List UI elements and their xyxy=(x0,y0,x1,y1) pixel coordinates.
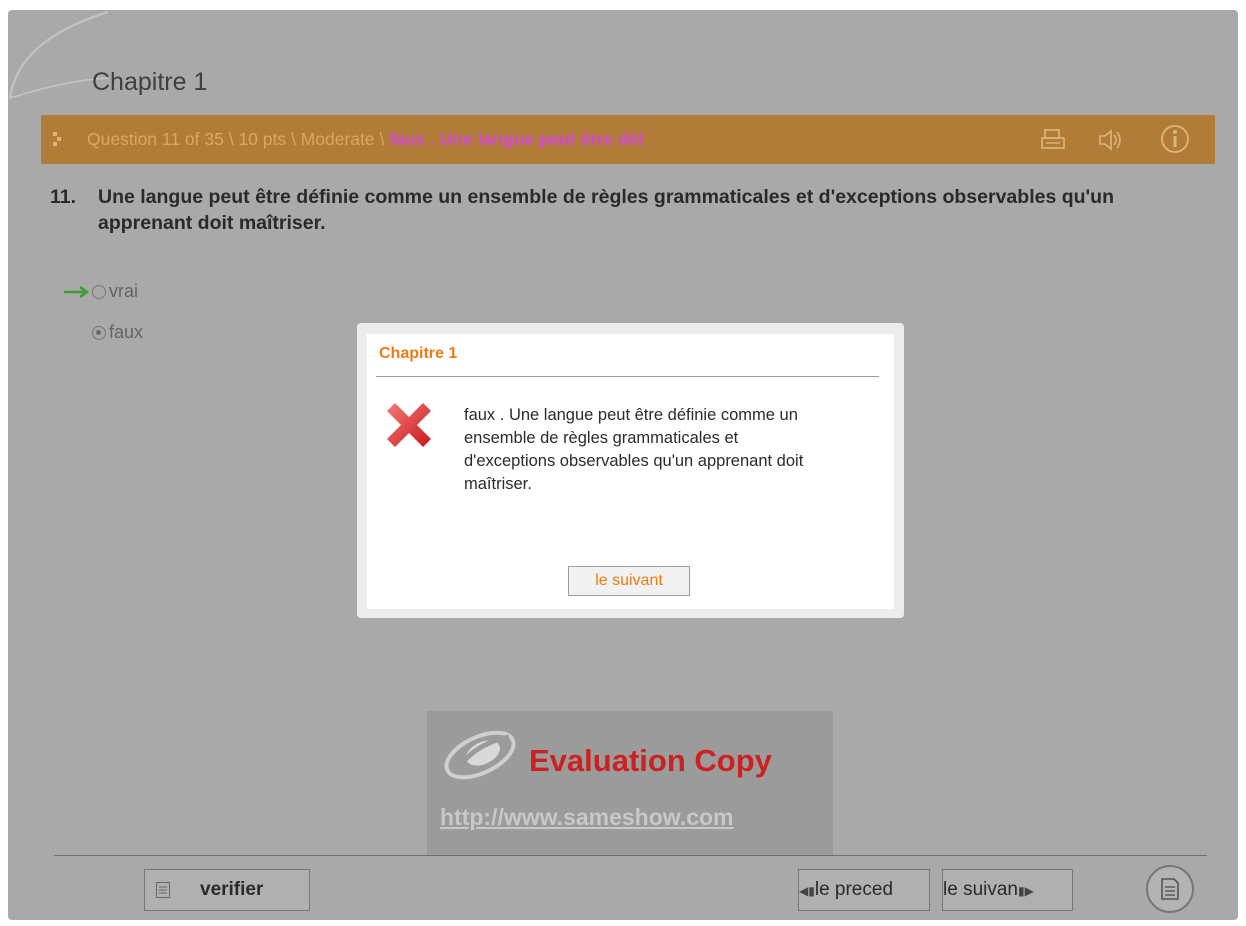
footer-divider xyxy=(54,855,1207,856)
radio-vrai[interactable] xyxy=(92,284,106,299)
evaluation-watermark: Evaluation Copy http://www.sameshow.com xyxy=(427,711,833,856)
chapter-title: Chapitre 1 xyxy=(92,68,208,96)
option-label-faux: faux xyxy=(109,322,144,342)
document-button[interactable] xyxy=(1146,865,1194,913)
next-label: le suivan xyxy=(943,879,1018,900)
next-button[interactable]: le suivan▮▶ xyxy=(942,869,1073,911)
dialog-message: faux . Une langue peut être définie comm… xyxy=(464,406,804,493)
previous-label: le preced xyxy=(814,879,894,900)
option-faux[interactable]: faux xyxy=(92,322,143,343)
verify-label: verifier xyxy=(200,879,264,900)
next-arrow-icon: ▮▶ xyxy=(1018,884,1034,898)
feedback-dialog: Chapitre 1 faux . Une langue peut être d… xyxy=(367,334,894,609)
print-icon[interactable] xyxy=(1038,125,1068,155)
watermark-url[interactable]: http://www.sameshow.com xyxy=(440,804,734,831)
dialog-divider xyxy=(376,376,879,377)
dialog-next-button[interactable]: le suivant xyxy=(568,566,690,596)
list-icon xyxy=(156,882,170,898)
watermark-title: Evaluation Copy xyxy=(529,743,772,778)
speaker-icon[interactable] xyxy=(1095,125,1125,155)
document-icon xyxy=(1161,878,1179,900)
sameshow-logo-icon xyxy=(444,730,516,780)
previous-button[interactable]: ◀▮le preced xyxy=(798,869,930,911)
correct-answer-arrow-icon xyxy=(64,285,90,298)
question-info: Question 11 of 35 \ 10 pts \ Moderate \ … xyxy=(87,129,644,149)
question-header-bar: Question 11 of 35 \ 10 pts \ Moderate \ … xyxy=(41,115,1215,164)
verify-button[interactable]: verifier xyxy=(144,869,310,911)
radio-faux[interactable] xyxy=(92,325,106,340)
dialog-title: Chapitre 1 xyxy=(379,345,458,362)
question-number: 11. xyxy=(50,186,77,208)
bullet-icon xyxy=(53,132,61,146)
question-text: Une langue peut être définie comme un en… xyxy=(98,186,1114,234)
info-icon[interactable] xyxy=(1159,123,1191,155)
previous-arrow-icon: ◀▮ xyxy=(799,884,815,898)
x-icon xyxy=(387,403,431,447)
option-vrai[interactable]: vrai xyxy=(62,281,138,302)
option-label-vrai: vrai xyxy=(109,281,139,301)
question: 11. Une langue peut être définie comme u… xyxy=(50,184,1190,236)
question-feedback-snippet: faux . Une langue peut être dét xyxy=(389,129,644,149)
